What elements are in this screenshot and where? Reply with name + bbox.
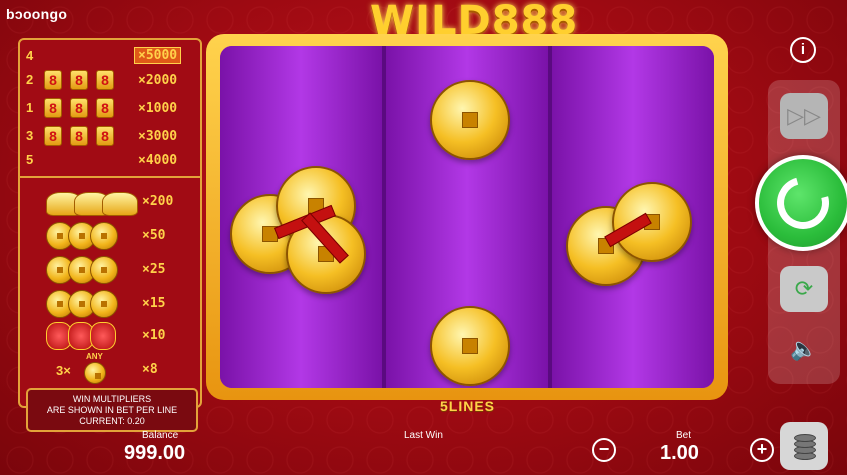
eight-symbol-icon [96,126,114,146]
lines-label: 5LINES [440,398,496,414]
payline-number: 5 [26,152,34,167]
bet-info-box: WIN MULTIPLIERS ARE SHOWN IN BET PER LIN… [26,388,198,432]
symbol-multiplier: ×200 [142,194,174,209]
symbol-multiplier: ×15 [142,296,166,311]
eight-symbol-icon [44,126,62,146]
eight-symbol-icon [96,98,114,118]
coins-button[interactable] [780,422,828,470]
coin-icon [90,256,118,284]
symbol-row: ×15 [20,288,200,318]
paytable: 4 ×5000 2 ×2000 1 ×1000 3 ×3000 5 ×4000 … [18,38,202,408]
lantern-icon [90,322,116,350]
balance-value: 999.00 [124,442,186,464]
speaker-icon: 🔈 [790,336,818,361]
symbol-row: 3× ANY ×8 [20,352,200,384]
payline-number: 3 [26,128,34,143]
bet-increase-button[interactable]: + [750,438,774,462]
spin-button[interactable] [755,155,847,251]
provider-logo: bɔoongo [6,6,68,22]
symbol-row: ×200 [20,186,200,216]
reel-2 [386,46,552,388]
payline-multiplier: ×1000 [138,101,178,116]
payline-number: 4 [26,48,34,63]
coin-icon [90,290,118,318]
info-button[interactable]: i [790,37,816,63]
payline-row: 1 ×1000 [20,98,200,120]
balance-label: Balance [142,430,179,441]
symbol-multiplier: ×10 [142,328,166,343]
spin-arrow-icon [767,167,839,239]
payline-multiplier: ×5000 [134,47,182,64]
coin-symbol-icon [430,306,510,386]
payline-number: 1 [26,100,34,115]
payline-multiplier: ×2000 [138,73,178,88]
autoplay-icon: ⟳ [794,276,814,301]
bet-value: 1.00 [660,442,699,464]
sound-button[interactable]: 🔈 [780,326,828,372]
eight-symbol-icon [70,98,88,118]
payline-row: 5 ×4000 [20,150,200,172]
info-line: ARE SHOWN IN BET PER LINE [46,405,178,415]
gold-ingot-icon [102,192,138,216]
symbol-multiplier: ×50 [142,228,166,243]
payline-multiplier: ×3000 [138,129,178,144]
bet-label: Bet [676,430,692,441]
eight-symbol-icon [70,126,88,146]
coin-symbol-icon [430,80,510,160]
symbol-multiplier: ×8 [142,362,158,377]
coin-icon [90,222,118,250]
coin-icon [84,362,106,384]
turbo-button[interactable]: ▷▷ [780,93,828,139]
reel-3 [552,46,714,388]
payline-row: 4 ×5000 [20,46,200,68]
payline-row: 3 ×3000 [20,126,200,148]
reel-frame [206,34,728,400]
bet-decrease-button[interactable]: − [592,438,616,462]
bottom-bar: Balance 999.00 Last Win − Bet 1.00 + [0,430,847,475]
reels [220,46,714,388]
last-win-label: Last Win [404,430,443,441]
payline-row: 2 ×2000 [20,70,200,92]
symbol-row: ×10 [20,320,200,350]
eight-symbol-icon [70,70,88,90]
info-line: WIN MULTIPLIERS [72,394,152,404]
symbol-row: ×25 [20,254,200,284]
eight-symbol-icon [96,70,114,90]
autoplay-button[interactable]: ⟳ [780,266,828,312]
coin-symbol-icon [612,182,692,262]
payline-number: 2 [26,72,34,87]
eight-symbol-icon [44,70,62,90]
paytable-divider [20,176,200,178]
any-label: ANY [86,352,103,361]
info-line: CURRENT: 0.20 [79,416,145,426]
symbol-row: ×50 [20,220,200,250]
any-count: 3× [56,363,71,378]
symbol-multiplier: ×25 [142,262,166,277]
payline-multiplier: ×4000 [138,153,178,168]
reel-1 [220,46,386,388]
eight-symbol-icon [44,98,62,118]
fast-forward-icon: ▷▷ [787,103,821,128]
